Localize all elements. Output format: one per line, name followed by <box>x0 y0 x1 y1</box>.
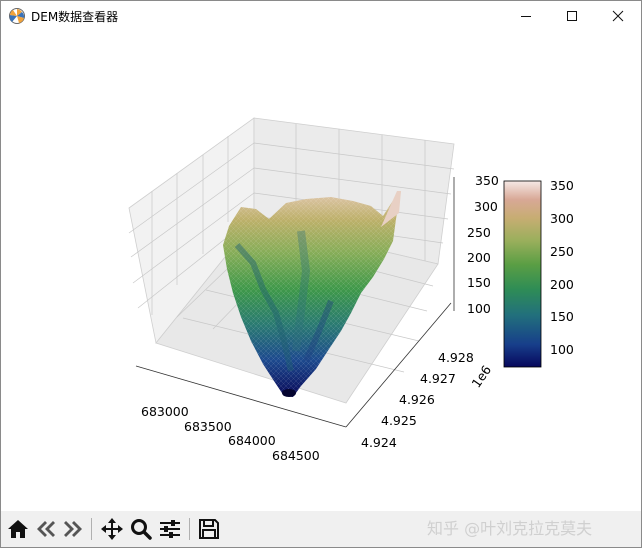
home-button[interactable] <box>4 515 32 543</box>
window-title: DEM数据查看器 <box>31 10 119 24</box>
forward-arrow-icon <box>64 521 82 537</box>
pan-button[interactable] <box>98 515 126 543</box>
y-axis-ticks: 4.924 4.925 4.926 4.927 4.928 1e6 <box>361 350 494 450</box>
colorbar-tick-label: 250 <box>550 244 574 259</box>
colorbar: 100 150 200 250 300 350 <box>503 178 574 368</box>
plot-canvas[interactable]: 683000 683500 684000 684500 4.924 4.925 … <box>1 31 641 511</box>
x-tick-label: 683500 <box>184 419 232 434</box>
x-axis-ticks: 683000 683500 684000 684500 <box>141 404 320 463</box>
pan-move-icon <box>101 518 123 540</box>
colorbar-tick-label: 300 <box>550 211 574 226</box>
title-bar[interactable]: DEM数据查看器 <box>1 1 641 31</box>
x-tick-label: 684000 <box>228 433 276 448</box>
maximize-icon <box>567 11 577 21</box>
navigation-toolbar: 知乎 @叶刘克拉克莫夫 <box>1 511 641 547</box>
configure-subplots-button[interactable] <box>156 515 184 543</box>
z-tick-label: 150 <box>467 275 491 290</box>
y-tick-label: 4.925 <box>381 413 417 428</box>
colorbar-gradient <box>503 180 542 368</box>
colorbar-tick-label: 150 <box>550 309 574 324</box>
z-axis-ticks: 100 150 200 250 300 350 <box>467 173 499 316</box>
save-floppy-icon <box>199 519 219 539</box>
minimize-icon <box>521 16 531 17</box>
y-axis-offset: 1e6 <box>468 362 494 390</box>
colorbar-tick-label: 200 <box>550 277 574 292</box>
matplotlib-logo-icon <box>9 8 25 24</box>
z-tick-label: 100 <box>467 301 491 316</box>
x-tick-label: 684500 <box>272 448 320 463</box>
colorbar-tick-label: 100 <box>550 342 574 357</box>
y-tick-label: 4.927 <box>420 371 456 386</box>
forward-button[interactable] <box>59 515 87 543</box>
maximize-button[interactable] <box>549 1 595 31</box>
save-button[interactable] <box>195 515 223 543</box>
home-icon <box>8 520 28 538</box>
z-tick-label: 250 <box>467 225 491 240</box>
app-window: DEM数据查看器 683000 683500 684000 684500 4.9… <box>0 0 642 548</box>
configure-subplots-icon <box>160 520 180 538</box>
y-tick-label: 4.924 <box>361 435 397 450</box>
z-tick-label: 350 <box>475 173 499 188</box>
close-icon <box>612 10 624 22</box>
toolbar-separator <box>91 518 92 540</box>
y-tick-label: 4.926 <box>399 392 435 407</box>
zoom-button[interactable] <box>127 515 155 543</box>
watermark-text: 知乎 @叶刘克拉克莫夫 <box>427 519 593 538</box>
back-arrow-icon <box>37 521 55 537</box>
back-button[interactable] <box>32 515 60 543</box>
z-tick-label: 200 <box>467 250 491 265</box>
y-tick-label: 4.928 <box>438 350 474 365</box>
close-button[interactable] <box>595 1 641 31</box>
colorbar-tick-label: 350 <box>550 178 574 193</box>
z-tick-label: 300 <box>474 199 498 214</box>
x-tick-label: 683000 <box>141 404 189 419</box>
zoom-magnifier-icon <box>131 519 152 540</box>
toolbar-separator <box>189 518 190 540</box>
minimize-button[interactable] <box>503 1 549 31</box>
